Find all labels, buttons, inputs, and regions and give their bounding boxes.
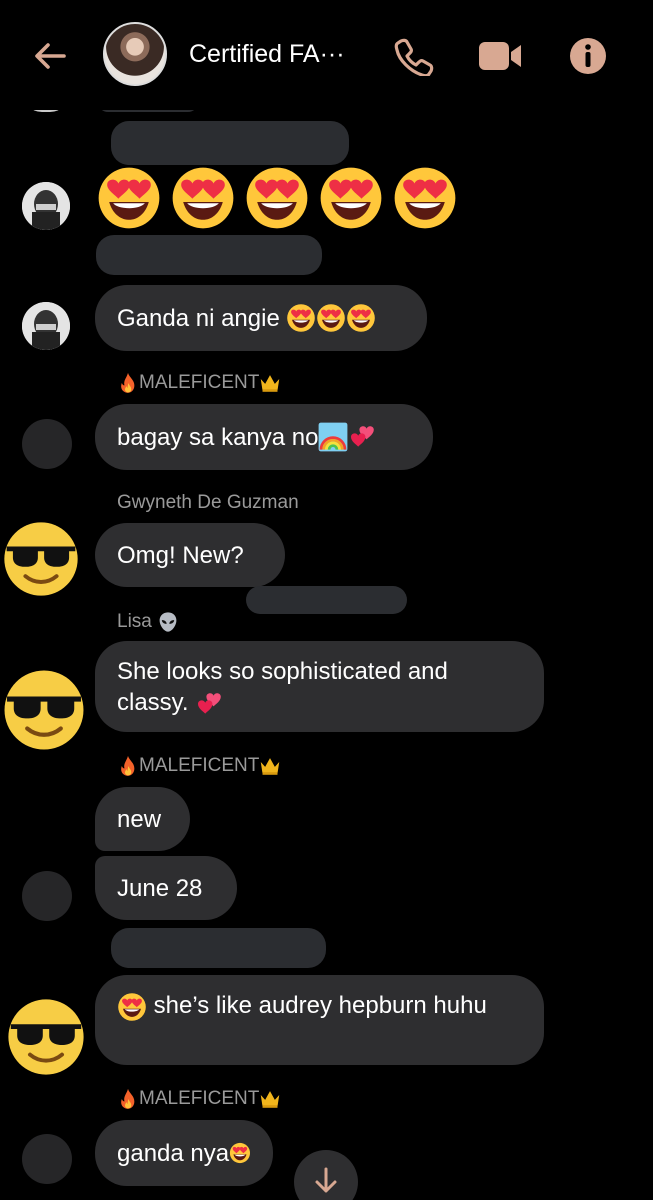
redacted-message: [246, 586, 407, 614]
sunglasses-face-icon[interactable]: [2, 520, 80, 598]
arrow-down-icon: [315, 1167, 337, 1193]
message-bubble[interactable]: Omg! New?: [95, 523, 285, 587]
sunglasses-face-icon[interactable]: [2, 668, 86, 752]
heart-eyes-icon: [246, 167, 308, 229]
heart-eyes-icon: [229, 1142, 251, 1164]
heart-eyes-icon: [287, 304, 316, 332]
heart-eyes-emoji-row[interactable]: [96, 165, 458, 231]
redacted-message: [111, 121, 349, 165]
fire-icon: [121, 1088, 135, 1109]
message-bubble[interactable]: Ganda ni angie: [95, 285, 427, 351]
avatar[interactable]: [22, 419, 72, 469]
crown-icon: [261, 758, 280, 775]
sunglasses-face-icon[interactable]: [6, 997, 86, 1077]
chat-header: Certified FA···: [0, 0, 653, 110]
sender-name: Lisa: [117, 611, 179, 633]
redacted-message: [96, 235, 322, 275]
message-bubble[interactable]: she’s like audrey hepburn huhu: [95, 975, 544, 1065]
heart-eyes-icon: [320, 167, 382, 229]
message-text: bagay sa kanya no: [117, 423, 319, 451]
message-text: new: [117, 805, 162, 833]
message-text: ganda nya: [117, 1139, 230, 1167]
sender-name: Gwyneth De Guzman: [117, 492, 299, 513]
fire-icon: [121, 755, 135, 776]
avatar[interactable]: [22, 1134, 72, 1184]
alien-icon: [159, 612, 177, 632]
message-text: June 28: [117, 874, 203, 902]
redacted-message: [111, 928, 326, 968]
message-text: she’s like audrey hepburn huhu: [117, 990, 487, 1022]
crown-icon: [261, 1091, 280, 1108]
info-icon[interactable]: [568, 36, 608, 76]
message-text: Ganda ni angie: [117, 304, 280, 332]
sender-name: MALEFICENT: [117, 372, 281, 394]
message-bubble[interactable]: bagay sa kanya no: [95, 404, 433, 470]
message-text: Omg! New?: [117, 541, 244, 569]
rainbow-icon: [318, 422, 349, 452]
phone-icon[interactable]: [394, 36, 434, 78]
crown-icon: [261, 375, 280, 392]
heart-eyes-icon: [317, 304, 346, 332]
message-bubble[interactable]: new: [95, 787, 190, 851]
sender-name: MALEFICENT: [117, 755, 281, 777]
heart-eyes-icon: [394, 167, 456, 229]
heart-eyes-icon: [98, 167, 160, 229]
message-bubble[interactable]: June 28: [95, 856, 237, 920]
heart-eyes-icon: [172, 167, 234, 229]
group-avatar[interactable]: [103, 22, 167, 86]
message-bubble[interactable]: ganda nya: [95, 1120, 273, 1186]
heart-eyes-icon: [347, 304, 376, 332]
avatar[interactable]: [22, 302, 70, 350]
avatar[interactable]: [22, 871, 72, 921]
message-bubble[interactable]: She looks so sophisticated and classy.: [95, 641, 544, 732]
back-arrow-icon[interactable]: [30, 36, 70, 76]
sender-name: MALEFICENT: [117, 1088, 281, 1110]
video-camera-icon[interactable]: [477, 40, 523, 72]
fire-icon: [121, 372, 135, 393]
two-hearts-icon: [351, 426, 375, 447]
message-text: She looks so sophisticated and classy.: [117, 656, 522, 719]
scroll-to-bottom-button[interactable]: [294, 1150, 358, 1200]
heart-eyes-icon: [118, 992, 146, 1021]
chat-title[interactable]: Certified FA···: [189, 40, 345, 69]
avatar[interactable]: [22, 182, 70, 230]
two-hearts-icon: [198, 692, 222, 714]
